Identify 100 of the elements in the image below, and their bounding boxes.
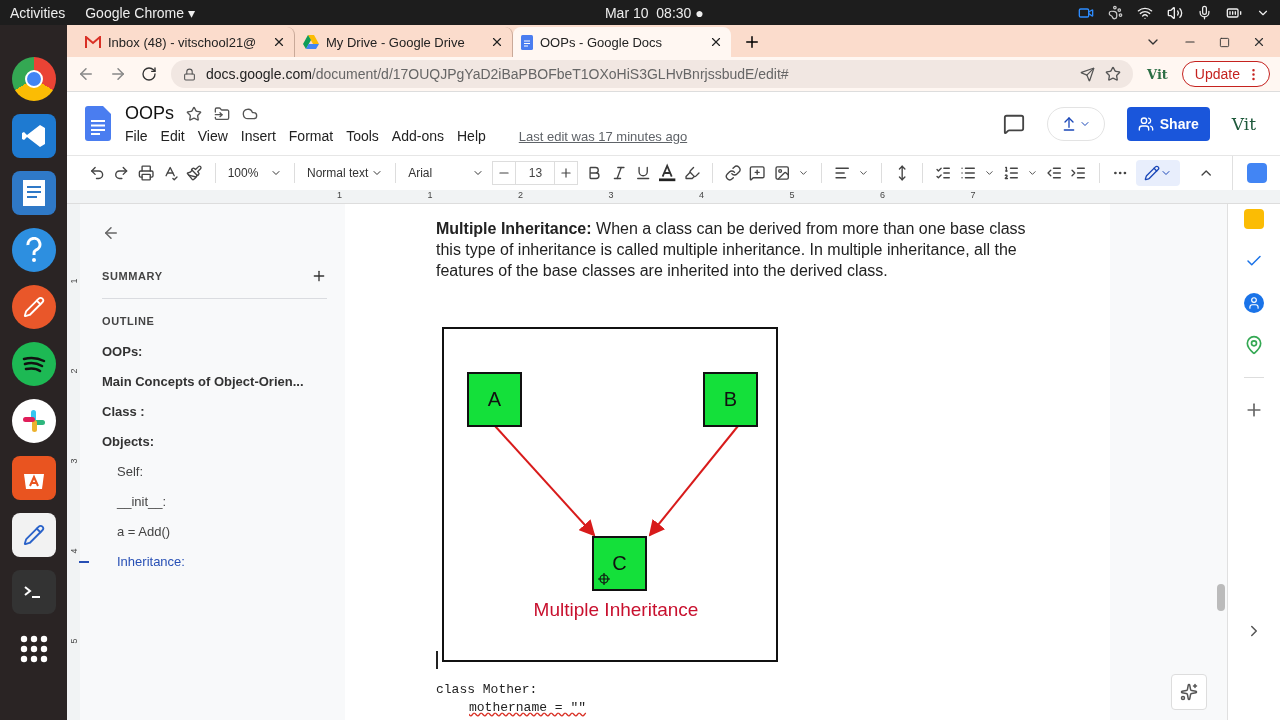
music-icon[interactable] [11, 342, 56, 386]
help-icon[interactable] [11, 228, 56, 272]
send-icon[interactable] [1080, 66, 1096, 82]
summary-label: SUMMARY [102, 270, 163, 282]
mic-icon[interactable] [1197, 5, 1212, 20]
numbered-list-icon[interactable] [1002, 164, 1020, 182]
ruler-number: 3 [608, 190, 615, 202]
browser-tab[interactable]: OOPs - Google Docs [513, 27, 731, 57]
triangle-icon [303, 35, 319, 49]
new-tab-icon[interactable] [743, 33, 761, 51]
scrollbar-thumb[interactable] [1217, 584, 1225, 611]
link-icon[interactable] [725, 164, 742, 182]
browser-icon[interactable] [11, 57, 56, 101]
comment-icon[interactable] [1002, 112, 1025, 135]
maximize-icon[interactable] [1219, 36, 1230, 48]
ruler-number: 2 [68, 368, 79, 374]
reload-icon[interactable] [141, 66, 157, 82]
code-editor-icon[interactable] [11, 114, 56, 158]
last-edit-link[interactable]: Last edit was 17 minutes ago [518, 128, 688, 144]
url-path: /document/d/17OUQJPgYaD2iBaPBOFbeT1OXoHiS3GLHvBnrjssbudE/edit# [311, 66, 789, 82]
outline-item[interactable]: Objects: [102, 427, 154, 457]
document-icon[interactable] [11, 171, 56, 215]
terminal-icon[interactable] [11, 570, 56, 614]
add-summary-icon[interactable] [311, 268, 327, 284]
font-dropdown[interactable]: Arial [408, 166, 485, 180]
clock[interactable]: Mar 10 08:30 ● [604, 4, 704, 21]
text-editor-icon[interactable] [11, 513, 56, 557]
explore-button[interactable] [1171, 674, 1207, 710]
contacts-icon[interactable] [1244, 293, 1264, 313]
app-menu[interactable]: Google Chrome ▾ [85, 4, 195, 21]
pen-icon[interactable] [11, 285, 56, 329]
print-icon[interactable] [137, 164, 155, 182]
menu-item[interactable]: File [125, 128, 148, 144]
document-title[interactable]: OOPs [125, 103, 174, 124]
image-icon[interactable] [773, 164, 791, 182]
ruler-number: 3 [68, 458, 79, 464]
paint-format-icon[interactable] [186, 164, 203, 182]
sparkle-icon [1180, 683, 1198, 701]
outline-item[interactable]: __init__: [102, 487, 167, 517]
close-icon[interactable] [709, 35, 723, 49]
store-icon[interactable] [11, 456, 56, 500]
back-icon[interactable] [77, 65, 95, 83]
present-button[interactable] [1046, 106, 1105, 141]
menu-item[interactable]: Edit [160, 128, 185, 144]
pencil-icon [1143, 165, 1160, 181]
paragraph: Multiple Inheritance: When a class can be derived from more than one base class this type of inheritance is called multiple inheritance. In multiple inheritance, all the features of the base classes are inherited into the derived class. [436, 219, 1027, 281]
share-button[interactable]: Share [1126, 106, 1210, 141]
bold-icon[interactable] [586, 164, 603, 182]
menu-item[interactable]: Format [288, 128, 334, 144]
menu-item[interactable]: Add-ons [391, 128, 444, 144]
account-logo[interactable]: Vit [1231, 113, 1256, 134]
style-dropdown[interactable]: Normal text [307, 166, 384, 180]
calendar-icon[interactable] [1246, 163, 1267, 183]
star-icon[interactable] [1105, 66, 1122, 82]
update-button[interactable]: Update [1181, 61, 1270, 87]
menu-item[interactable]: Help [457, 128, 486, 144]
chat-icon[interactable] [11, 399, 56, 443]
menu-item[interactable]: Tools [346, 128, 379, 144]
map-pin-icon[interactable] [1244, 335, 1264, 355]
close-icon[interactable] [1252, 35, 1266, 49]
profile-avatar[interactable]: Vit [1147, 66, 1168, 82]
outline-item[interactable]: Main Concepts of Object-Orien... [102, 367, 304, 397]
zoom-dropdown[interactable]: 100% [227, 166, 283, 180]
outline-item[interactable]: Self: [102, 457, 143, 487]
ruler-number: 1 [337, 190, 343, 202]
close-icon[interactable] [272, 35, 286, 49]
code-line: mothername = "" [469, 700, 587, 715]
paw-icon[interactable] [1108, 5, 1123, 20]
text-color-icon[interactable] [659, 163, 676, 183]
add-comment-icon[interactable] [749, 164, 766, 182]
ruler-number: 2 [518, 190, 524, 202]
menu-item[interactable]: View [197, 128, 228, 144]
spellcheck-icon[interactable] [162, 164, 179, 182]
increase-size-icon[interactable] [559, 166, 574, 180]
editing-mode-button[interactable] [1136, 160, 1180, 186]
outline-item[interactable]: OOPs: [102, 337, 143, 367]
ruler-number: 4 [68, 548, 79, 554]
diagram-caption: Multiple Inheritance [533, 599, 699, 620]
close-icon[interactable] [490, 35, 504, 49]
redo-icon[interactable] [113, 164, 130, 182]
move-cursor-icon [597, 572, 611, 586]
undo-icon[interactable] [89, 164, 106, 182]
position-marker [79, 561, 89, 563]
outline-item[interactable]: a = Add() [102, 517, 171, 547]
address-bar[interactable]: docs.google.com/document/d/17OUQJPgYaD2iBaPBOFbeT1OXoHiS3GLHvBnrjssbudE/edit# [171, 60, 1134, 88]
volume-icon[interactable] [1167, 4, 1183, 21]
forward-icon[interactable] [109, 65, 127, 83]
text-cursor [436, 651, 438, 669]
menu-item[interactable]: Insert [240, 128, 276, 144]
outline-item[interactable]: Class : [102, 397, 145, 427]
highlight-icon[interactable] [683, 164, 701, 182]
back-icon[interactable] [102, 224, 120, 242]
move-icon[interactable] [214, 105, 230, 122]
star-icon[interactable] [186, 105, 202, 122]
docs-logo-icon[interactable] [85, 106, 111, 141]
class-node: A [467, 372, 522, 427]
activities-button[interactable]: Activities [10, 4, 66, 21]
code-line: class Mother: [436, 682, 538, 697]
outline-item[interactable]: Inheritance: [102, 547, 185, 577]
underline-icon[interactable] [635, 164, 652, 182]
